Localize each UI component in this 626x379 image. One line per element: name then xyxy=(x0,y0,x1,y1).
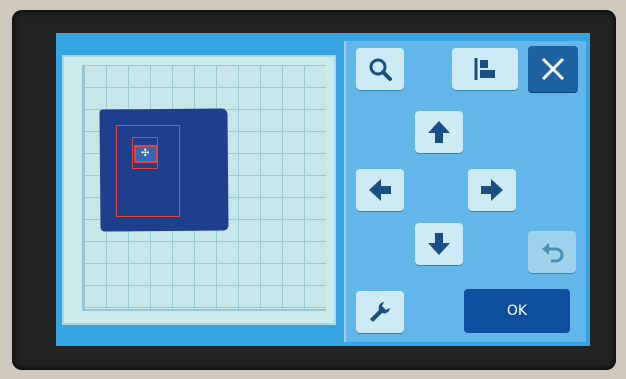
align-left-icon xyxy=(471,55,499,83)
ok-label: OK xyxy=(506,303,528,319)
ok-button[interactable]: OK xyxy=(464,289,570,333)
touch-screen: ✣ OK xyxy=(56,33,590,346)
settings-button[interactable] xyxy=(356,291,404,333)
wrench-icon xyxy=(367,299,393,325)
align-button[interactable] xyxy=(452,48,518,90)
crosshair-icon: ✣ xyxy=(141,148,150,159)
arrow-up-icon xyxy=(426,119,452,145)
move-left-button[interactable] xyxy=(356,169,404,211)
control-panel: OK xyxy=(344,41,586,342)
layout-preview: ✣ xyxy=(62,55,336,325)
arrow-left-icon xyxy=(367,177,393,203)
close-button[interactable] xyxy=(528,46,578,92)
close-icon xyxy=(538,54,568,84)
zoom-button[interactable] xyxy=(356,48,404,90)
arrow-right-icon xyxy=(479,177,505,203)
move-right-button[interactable] xyxy=(468,169,516,211)
magnifier-icon xyxy=(367,56,393,82)
undo-icon xyxy=(539,239,565,265)
arrow-down-icon xyxy=(426,231,452,257)
undo-button[interactable] xyxy=(528,231,576,273)
move-down-button[interactable] xyxy=(415,223,463,265)
move-up-button[interactable] xyxy=(415,111,463,153)
